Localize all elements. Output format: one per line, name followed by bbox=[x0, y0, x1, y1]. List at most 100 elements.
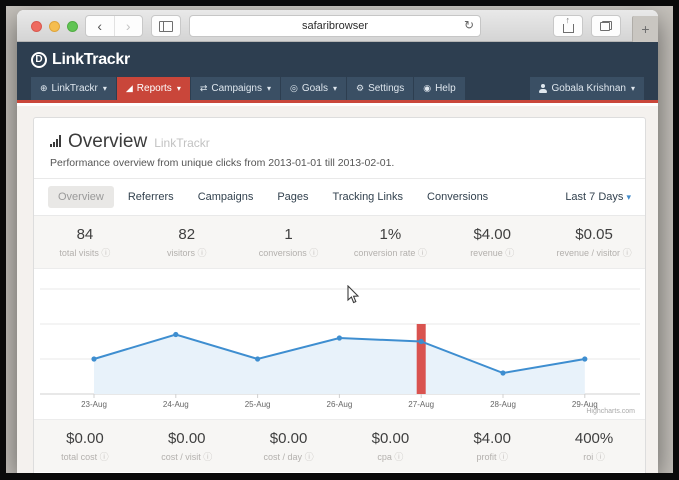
close-window-button[interactable] bbox=[31, 21, 42, 32]
svg-text:28-Aug: 28-Aug bbox=[490, 400, 516, 409]
app-navbar: D LinkTrackr bbox=[17, 42, 658, 77]
page-title-suffix: LinkTrackr bbox=[154, 136, 210, 150]
stat-value: $0.00 bbox=[136, 430, 238, 447]
menu-item-help[interactable]: ◉ Help bbox=[414, 77, 464, 100]
info-icon[interactable]: ⓘ bbox=[623, 248, 632, 258]
chevron-down-icon: ▾ bbox=[631, 84, 635, 93]
menu-item-reports[interactable]: ◢ Reports ▾ bbox=[117, 77, 190, 100]
stat-label: revenue / visitor bbox=[557, 248, 621, 258]
svg-text:26-Aug: 26-Aug bbox=[327, 400, 353, 409]
svg-text:23-Aug: 23-Aug bbox=[81, 400, 107, 409]
chart-credit: Highcharts.com bbox=[586, 408, 635, 415]
stat-cost-day: $0.00 cost / day ⓘ bbox=[238, 430, 340, 463]
report-tabs: Overview Referrers Campaigns Pages Track… bbox=[34, 178, 645, 216]
info-icon[interactable]: ⓘ bbox=[499, 452, 508, 462]
stat-label: visitors bbox=[167, 248, 195, 258]
stat-label: total cost bbox=[61, 452, 97, 462]
info-icon[interactable]: ⓘ bbox=[394, 452, 403, 462]
stat-cost-visit: $0.00 cost / visit ⓘ bbox=[136, 430, 238, 463]
svg-text:24-Aug: 24-Aug bbox=[163, 400, 189, 409]
new-tab-button[interactable]: + bbox=[632, 16, 658, 42]
info-icon[interactable]: ⓘ bbox=[203, 452, 212, 462]
tab-overview[interactable]: Overview bbox=[48, 186, 114, 208]
menu-item-label: Settings bbox=[368, 83, 404, 94]
stat-value: 1 bbox=[238, 226, 340, 243]
linktrackr-brand-text: LinkTrackr bbox=[52, 51, 130, 69]
tab-pages[interactable]: Pages bbox=[267, 186, 318, 208]
menu-item-label: Reports bbox=[137, 83, 172, 94]
wrench-icon: ⚙ bbox=[356, 84, 364, 93]
reload-icon[interactable]: ↻ bbox=[464, 18, 474, 32]
tab-overview-button[interactable] bbox=[591, 15, 621, 37]
user-icon bbox=[539, 84, 547, 93]
stat-revenue-visitor: $0.05 revenue / visitor ⓘ bbox=[543, 226, 645, 259]
menu-item-campaigns[interactable]: ⇄ Campaigns ▾ bbox=[191, 77, 280, 100]
chevron-down-icon: ▾ bbox=[267, 84, 271, 93]
menu-item-goals[interactable]: ◎ Goals ▾ bbox=[281, 77, 346, 100]
tabs-icon bbox=[600, 21, 612, 31]
shuffle-icon: ⇄ bbox=[200, 84, 208, 93]
stat-revenue: $4.00 revenue ⓘ bbox=[441, 226, 543, 259]
menubar-spacer bbox=[466, 77, 531, 100]
linktrackr-logo-icon: D bbox=[31, 52, 47, 68]
linktrackr-logo[interactable]: D LinkTrackr bbox=[31, 51, 130, 69]
address-bar-text: safaribrowser bbox=[190, 20, 480, 32]
stat-value: $0.00 bbox=[339, 430, 441, 447]
menu-item-label: Campaigns bbox=[211, 83, 262, 94]
stat-label: total visits bbox=[59, 248, 99, 258]
tab-tracking-links[interactable]: Tracking Links bbox=[323, 186, 414, 208]
stat-value: 84 bbox=[34, 226, 136, 243]
info-icon[interactable]: ⓘ bbox=[100, 452, 109, 462]
stat-value: 400% bbox=[543, 430, 645, 447]
menu-item-settings[interactable]: ⚙ Settings bbox=[347, 77, 413, 100]
stat-profit: $4.00 profit ⓘ bbox=[441, 430, 543, 463]
share-button[interactable] bbox=[553, 15, 583, 37]
tab-campaigns[interactable]: Campaigns bbox=[188, 186, 264, 208]
info-icon[interactable]: ⓘ bbox=[198, 248, 207, 258]
visits-chart-svg: 23-Aug24-Aug25-Aug26-Aug27-Aug28-Aug29-A… bbox=[34, 269, 645, 419]
safari-window: ‹ › safaribrowser ↻ + bbox=[17, 10, 658, 473]
desktop-background: ‹ › safaribrowser ↻ + bbox=[6, 6, 673, 473]
page-subtitle: Performance overview from unique clicks … bbox=[50, 157, 629, 169]
stat-conversion-rate: 1% conversion rate ⓘ bbox=[339, 226, 441, 259]
info-icon[interactable]: ⓘ bbox=[309, 248, 318, 258]
page-title: Overview bbox=[68, 131, 147, 153]
bar-chart-icon bbox=[50, 135, 61, 147]
date-range-dropdown[interactable]: Last 7 Days ▾ bbox=[565, 191, 631, 203]
user-menu[interactable]: Gobala Krishnan ▾ bbox=[530, 77, 644, 100]
info-icon[interactable]: ⓘ bbox=[101, 248, 110, 258]
menu-item-linktrackr[interactable]: ⊕ LinkTrackr ▾ bbox=[31, 77, 116, 100]
stat-label: cost / visit bbox=[161, 452, 201, 462]
info-icon[interactable]: ⓘ bbox=[418, 248, 427, 258]
stat-value: $4.00 bbox=[441, 226, 543, 243]
zoom-window-button[interactable] bbox=[67, 21, 78, 32]
sidebar-toggle-button[interactable] bbox=[151, 15, 181, 37]
stat-cpa: $0.00 cpa ⓘ bbox=[339, 430, 441, 463]
back-button[interactable]: ‹ bbox=[86, 16, 114, 36]
menu-item-label: LinkTrackr bbox=[52, 83, 98, 94]
stat-total-visits: 84 total visits ⓘ bbox=[34, 226, 136, 259]
stat-label: roi bbox=[583, 452, 593, 462]
info-icon[interactable]: ⓘ bbox=[596, 452, 605, 462]
stat-value: $0.00 bbox=[238, 430, 340, 447]
history-nav-group: ‹ › bbox=[85, 15, 143, 37]
date-range-label: Last 7 Days bbox=[565, 191, 623, 203]
stat-value: $4.00 bbox=[441, 430, 543, 447]
minimize-window-button[interactable] bbox=[49, 21, 60, 32]
menu-item-label: Goals bbox=[302, 83, 328, 94]
tab-referrers[interactable]: Referrers bbox=[118, 186, 184, 208]
tab-conversions[interactable]: Conversions bbox=[417, 186, 498, 208]
forward-button[interactable]: › bbox=[114, 16, 143, 36]
overview-panel: Overview LinkTrackr Performance overview… bbox=[33, 117, 646, 473]
svg-text:27-Aug: 27-Aug bbox=[408, 400, 434, 409]
stat-label: cost / day bbox=[264, 452, 303, 462]
app-menubar: ⊕ LinkTrackr ▾ ◢ Reports ▾ ⇄ Campaigns ▾… bbox=[17, 77, 658, 103]
info-icon[interactable]: ⓘ bbox=[505, 248, 514, 258]
info-icon[interactable]: ⓘ bbox=[305, 452, 314, 462]
sidebar-icon bbox=[159, 21, 173, 32]
stat-label: cpa bbox=[377, 452, 392, 462]
browser-titlebar: ‹ › safaribrowser ↻ + bbox=[17, 10, 658, 42]
stat-label: conversion rate bbox=[354, 248, 416, 258]
screenshot-stage: ‹ › safaribrowser ↻ + bbox=[0, 0, 679, 480]
address-bar[interactable]: safaribrowser ↻ bbox=[189, 15, 481, 37]
